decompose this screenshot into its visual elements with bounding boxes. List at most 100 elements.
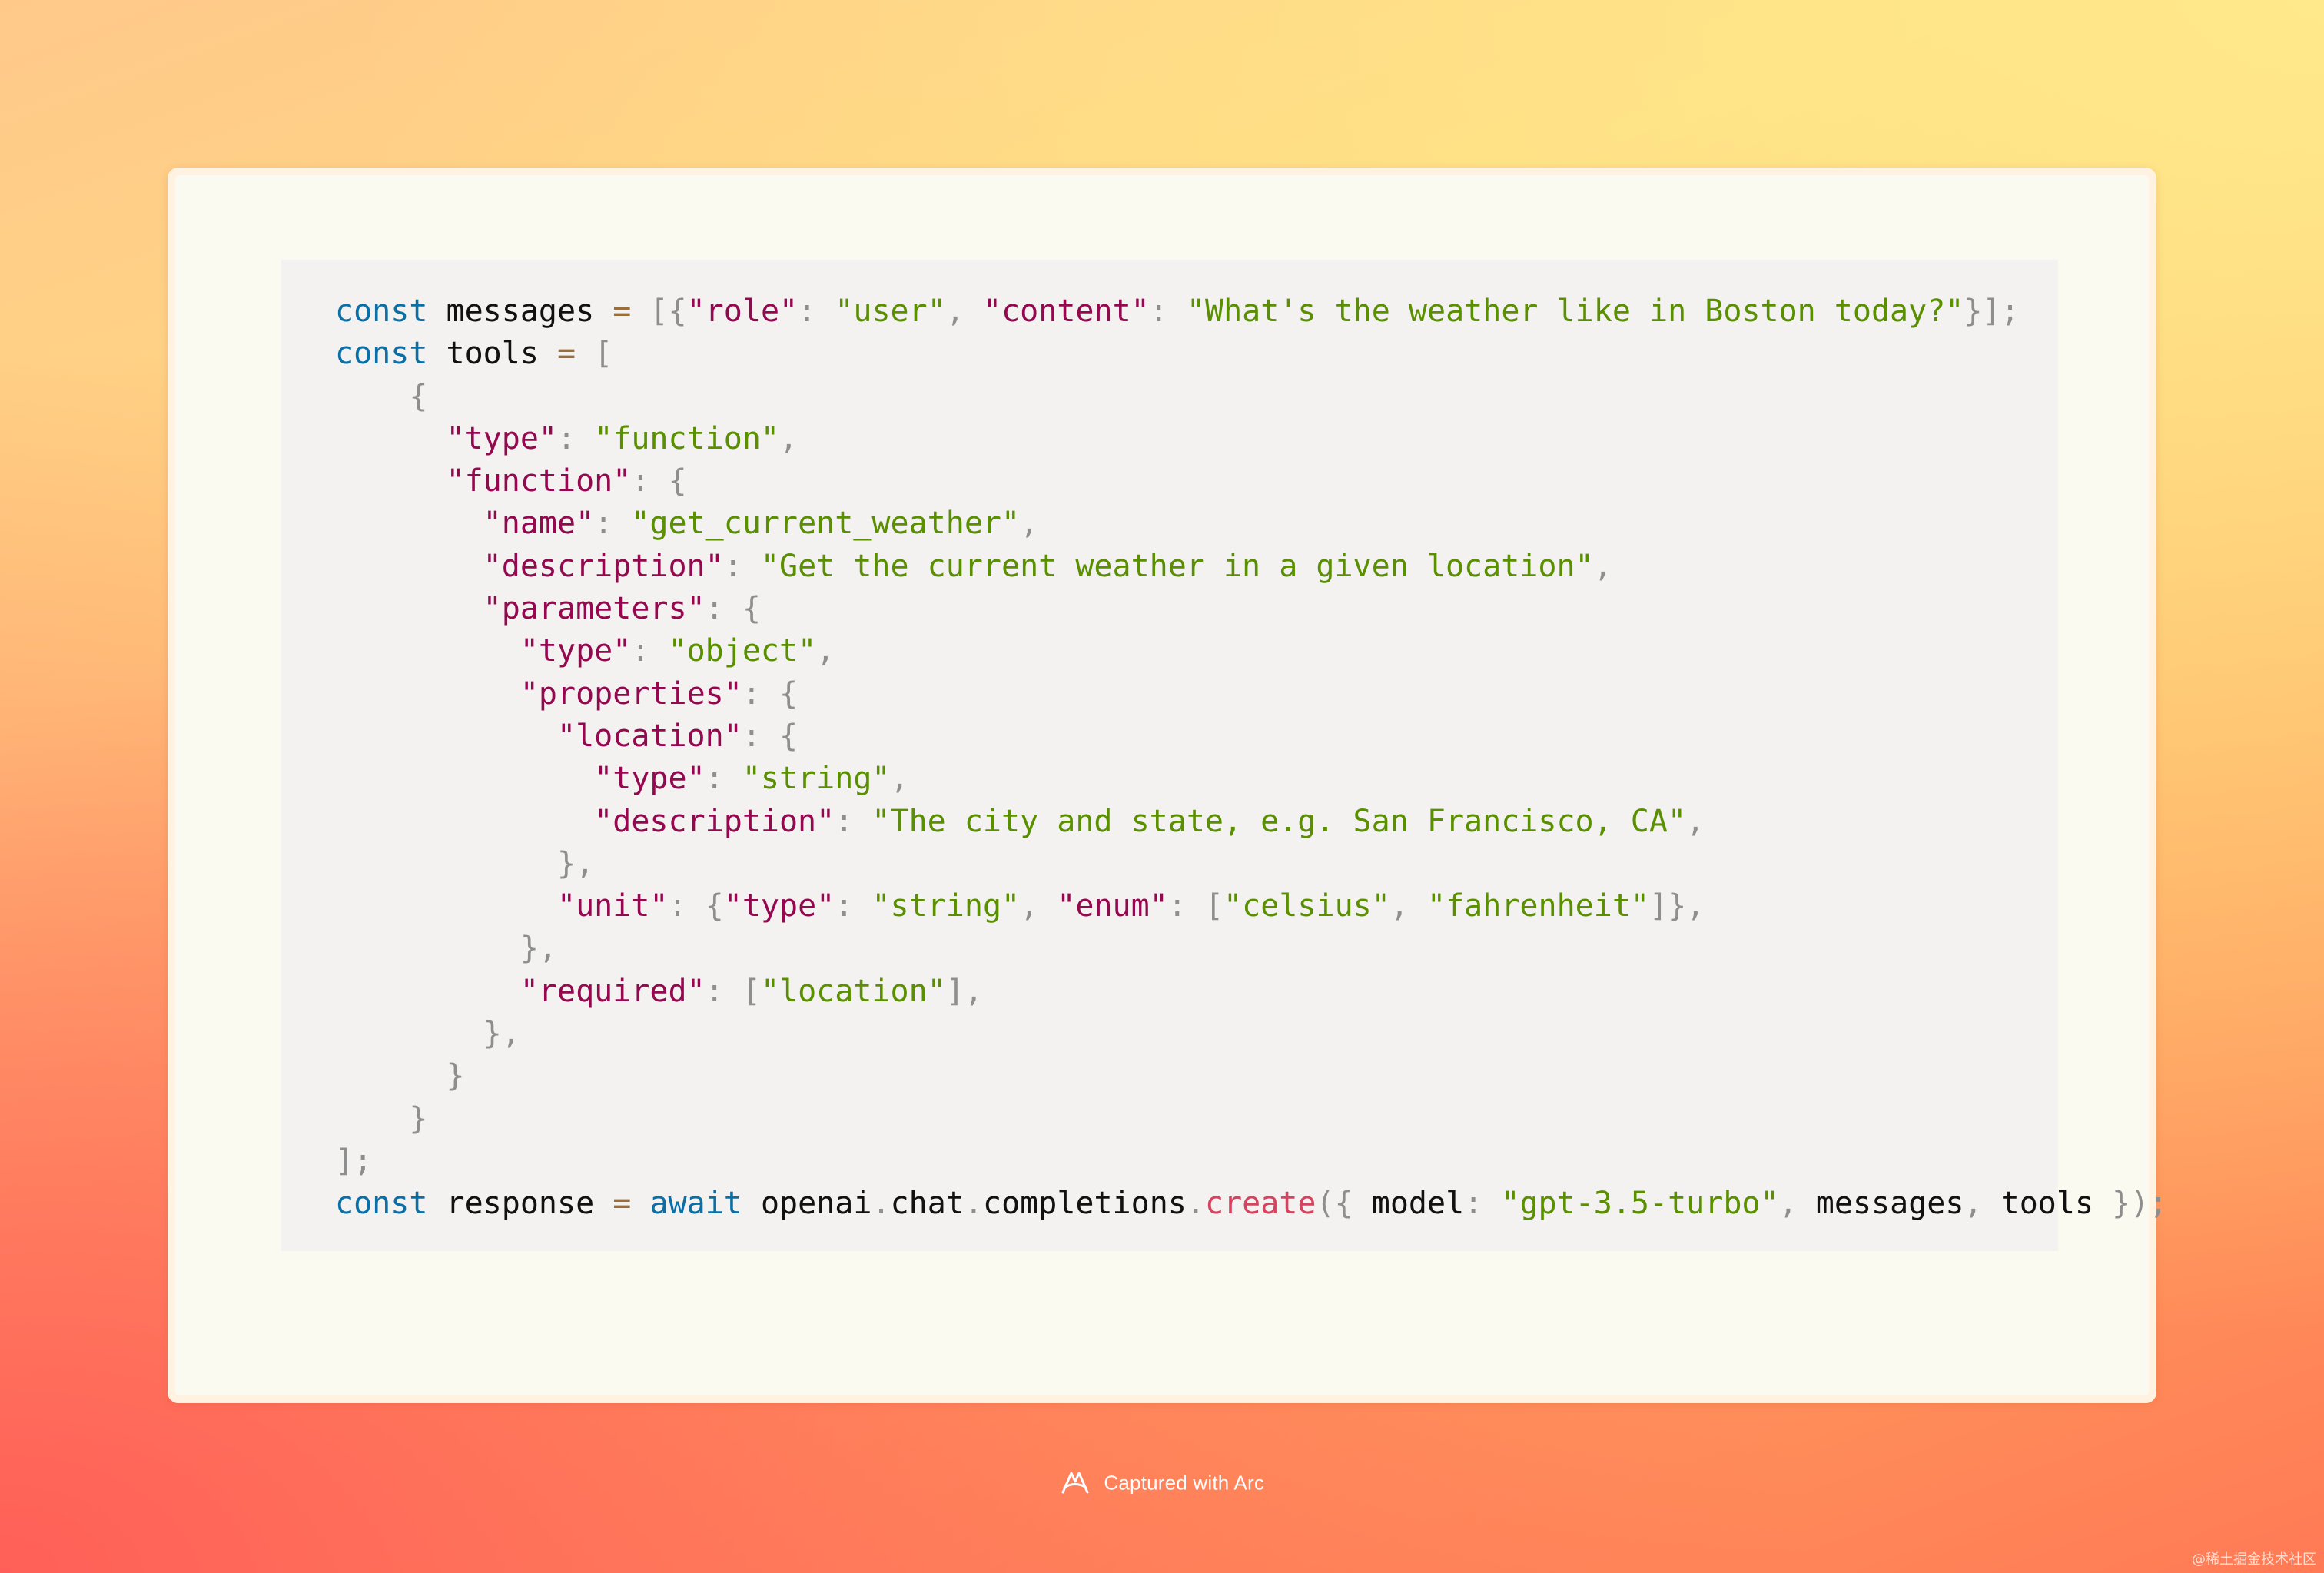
token-key: "name" — [483, 506, 595, 542]
token-punctuation: : — [668, 888, 687, 924]
code-line: const response = await openai.chat.compl… — [335, 1183, 2167, 1225]
token-punctuation: , — [1686, 803, 1705, 839]
token-punctuation: : — [1167, 888, 1187, 924]
token-punctuation: [ — [742, 973, 761, 1009]
token-identifier: messages — [1815, 1186, 1964, 1222]
token-punctuation: . — [964, 1186, 983, 1222]
token-key: "content" — [983, 294, 1150, 329]
code-line: "properties": { — [335, 673, 2058, 715]
token-punctuation: , — [1593, 548, 1612, 584]
code-line: "function": { — [335, 460, 2058, 503]
arc-logo-icon — [1060, 1469, 1091, 1497]
code-line: "required": ["location"], — [335, 971, 2058, 1013]
token-identifier: model — [1371, 1186, 1465, 1222]
token-punctuation: }, — [520, 931, 557, 967]
token-punctuation: , — [945, 294, 964, 329]
code-line: "description": "Get the current weather … — [335, 546, 2058, 588]
token-operator: = — [613, 1186, 632, 1222]
token-punctuation: }); — [2112, 1186, 2168, 1222]
code-line: "type": "function", — [335, 418, 2058, 460]
token-key: "type" — [723, 888, 835, 924]
capture-caption: Captured with Arc — [1104, 1471, 1265, 1495]
token-identifier: tools — [2000, 1186, 2094, 1222]
token-key: "description" — [483, 548, 724, 584]
code-line: const messages = [{"role": "user", "cont… — [335, 290, 2058, 333]
token-punctuation: { — [742, 591, 761, 627]
token-punctuation: : — [742, 718, 761, 754]
token-string: "object" — [668, 633, 817, 669]
code-line: }, — [335, 1013, 2058, 1055]
token-punctuation: , — [1964, 1186, 1983, 1222]
code-line: "name": "get_current_weather", — [335, 503, 2058, 545]
token-punctuation: , — [890, 761, 909, 797]
token-punctuation: : — [631, 633, 650, 669]
token-punctuation: : — [594, 506, 613, 542]
token-punctuation: . — [1186, 1186, 1205, 1222]
token-identifier: response — [446, 1186, 595, 1222]
token-punctuation: : — [798, 294, 817, 329]
token-string: "celsius" — [1223, 888, 1390, 924]
token-punctuation: [ — [594, 336, 613, 372]
token-punctuation: { — [409, 378, 428, 414]
token-punctuation: : — [835, 803, 854, 839]
token-string: "string" — [872, 888, 1021, 924]
code-block: const messages = [{"role": "user", "cont… — [281, 260, 2167, 1251]
token-key: "function" — [446, 463, 632, 499]
token-punctuation: : — [835, 888, 854, 924]
token-identifier: completions — [982, 1186, 1187, 1222]
token-punctuation: { — [779, 718, 798, 754]
token-identifier: messages — [446, 294, 595, 329]
token-operator: = — [613, 294, 632, 329]
token-keyword: await — [649, 1186, 742, 1222]
token-punctuation: : — [1149, 294, 1168, 329]
token-key: "enum" — [1057, 888, 1168, 924]
token-punctuation: : — [705, 973, 724, 1009]
token-punctuation: , — [1778, 1186, 1798, 1222]
token-string: "string" — [742, 761, 891, 797]
token-punctuation: ]}, — [1649, 888, 1705, 924]
token-string: "Get the current weather in a given loca… — [760, 548, 1594, 584]
token-string: "gpt-3.5-turbo" — [1501, 1186, 1779, 1222]
snippet-card: const messages = [{"role": "user", "cont… — [168, 168, 2167, 1403]
token-string: "get_current_weather" — [631, 506, 1021, 542]
token-operator: = — [557, 336, 576, 372]
code-line: } — [335, 1055, 2058, 1097]
code-line: }, — [335, 843, 2058, 885]
code-line: } — [335, 1098, 2058, 1140]
token-punctuation: : — [723, 548, 742, 584]
token-punctuation: , — [1389, 888, 1409, 924]
token-method: create — [1204, 1186, 1316, 1222]
token-punctuation: [ — [1204, 888, 1224, 924]
token-identifier: chat — [890, 1186, 964, 1222]
